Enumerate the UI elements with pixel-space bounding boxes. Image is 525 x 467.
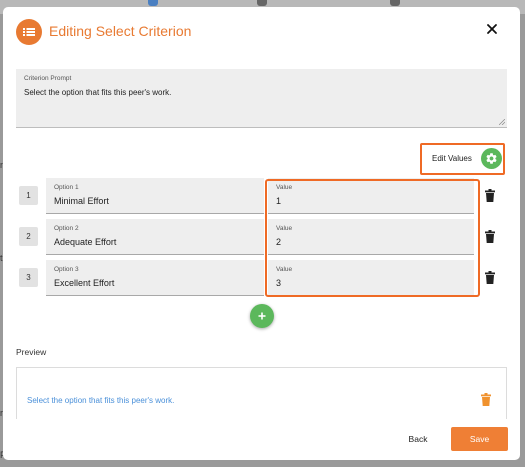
edit-values-button[interactable]: Edit Values [420, 143, 505, 175]
option-label: Option 1 [54, 184, 79, 191]
value-field[interactable]: Value 3 [268, 260, 474, 296]
criterion-prompt-field[interactable]: Criterion Prompt Select the option that … [16, 69, 507, 128]
value-text: 2 [276, 237, 282, 247]
value-field[interactable]: Value 1 [268, 178, 474, 214]
edit-values-label: Edit Values [432, 154, 472, 163]
gear-icon [481, 148, 502, 169]
value-label: Value [276, 184, 293, 191]
option-label: Option 2 [54, 225, 79, 232]
trash-icon[interactable] [485, 271, 495, 284]
dialog-title: Editing Select Criterion [49, 23, 192, 39]
edit-criterion-dialog: Editing Select Criterion Criterion Promp… [3, 7, 520, 460]
value-field[interactable]: Value 2 [268, 219, 474, 255]
option-text: Minimal Effort [54, 196, 109, 206]
option-number: 3 [19, 268, 38, 287]
value-text: 3 [276, 278, 282, 288]
option-field[interactable]: Option 3 Excellent Effort [46, 260, 264, 296]
option-text: Adequate Effort [54, 237, 117, 247]
criterion-prompt-label: Criterion Prompt [24, 75, 72, 82]
trash-icon[interactable] [485, 230, 495, 243]
resize-handle-icon[interactable] [499, 119, 505, 125]
option-number: 2 [19, 227, 38, 246]
save-button[interactable]: Save [451, 427, 508, 451]
value-label: Value [276, 225, 293, 232]
trash-icon[interactable] [481, 393, 491, 406]
plus-icon [258, 312, 266, 320]
preview-heading: Preview [16, 347, 47, 357]
criterion-prompt-text: Select the option that fits this peer's … [24, 88, 172, 97]
value-label: Value [276, 266, 293, 273]
background-calendar-icon [257, 0, 267, 6]
trash-icon[interactable] [485, 189, 495, 202]
option-label: Option 3 [54, 266, 79, 273]
add-option-button[interactable] [250, 304, 274, 328]
option-text: Excellent Effort [54, 278, 115, 288]
list-icon [16, 19, 42, 45]
background-nav-icon [148, 0, 158, 6]
option-field[interactable]: Option 2 Adequate Effort [46, 219, 264, 255]
option-number: 1 [19, 186, 38, 205]
value-text: 1 [276, 196, 282, 206]
preview-prompt-text: Select the option that fits this peer's … [27, 396, 175, 405]
background-star-icon [390, 0, 400, 6]
back-button[interactable]: Back [398, 429, 438, 449]
preview-panel: Select the option that fits this peer's … [16, 367, 507, 419]
option-field[interactable]: Option 1 Minimal Effort [46, 178, 264, 214]
close-icon[interactable] [483, 20, 501, 38]
